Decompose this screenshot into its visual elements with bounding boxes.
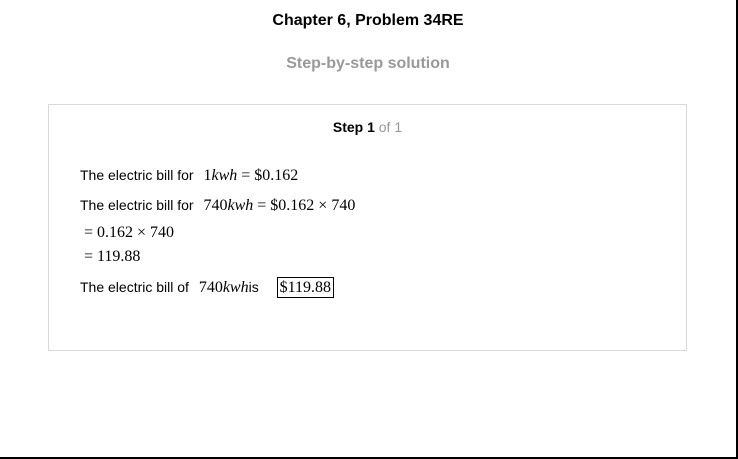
line-2-math: 740kwh = $0.162 × 740	[203, 197, 355, 214]
line-5-qty: 740	[198, 279, 223, 296]
line-5-text: The electric bill of	[80, 279, 189, 295]
line-2-unit: kwh	[227, 197, 254, 214]
line-1-math: 1kwh = $0.162	[203, 167, 298, 184]
step-count: of 1	[378, 119, 403, 135]
answer-box: $119.88	[276, 277, 335, 298]
line-2-text: The electric bill for	[80, 197, 194, 213]
step-label: Step 1	[332, 119, 375, 135]
line-5-unit: kwh	[222, 279, 249, 296]
solution-line-3: = 0.162 × 740	[84, 224, 175, 241]
solution-line-5: The electric bill of 740kwhis $119.88	[80, 277, 335, 298]
page-subtitle: Step-by-step solution	[286, 55, 450, 72]
solution-line-1: The electric bill for 1kwh = $0.162	[80, 167, 298, 185]
step-header: Step 1 of 1	[49, 119, 686, 135]
solution-line-2: The electric bill for 740kwh = $0.162 × …	[80, 197, 355, 215]
line-1-rhs: = $0.162	[237, 167, 299, 184]
line-5-math: 740kwh	[199, 279, 249, 296]
line-1-unit: kwh	[211, 167, 238, 184]
line-2-rhs: = $0.162 × 740	[253, 197, 356, 214]
solution-line-4: = 119.88	[84, 248, 141, 265]
solution-card: Step 1 of 1 The electric bill for 1kwh =…	[48, 104, 687, 351]
line-5-is: is	[248, 279, 259, 295]
page-title: Chapter 6, Problem 34RE	[272, 12, 464, 29]
line-2-qty: 740	[203, 197, 228, 214]
line-1-text: The electric bill for	[80, 167, 194, 183]
